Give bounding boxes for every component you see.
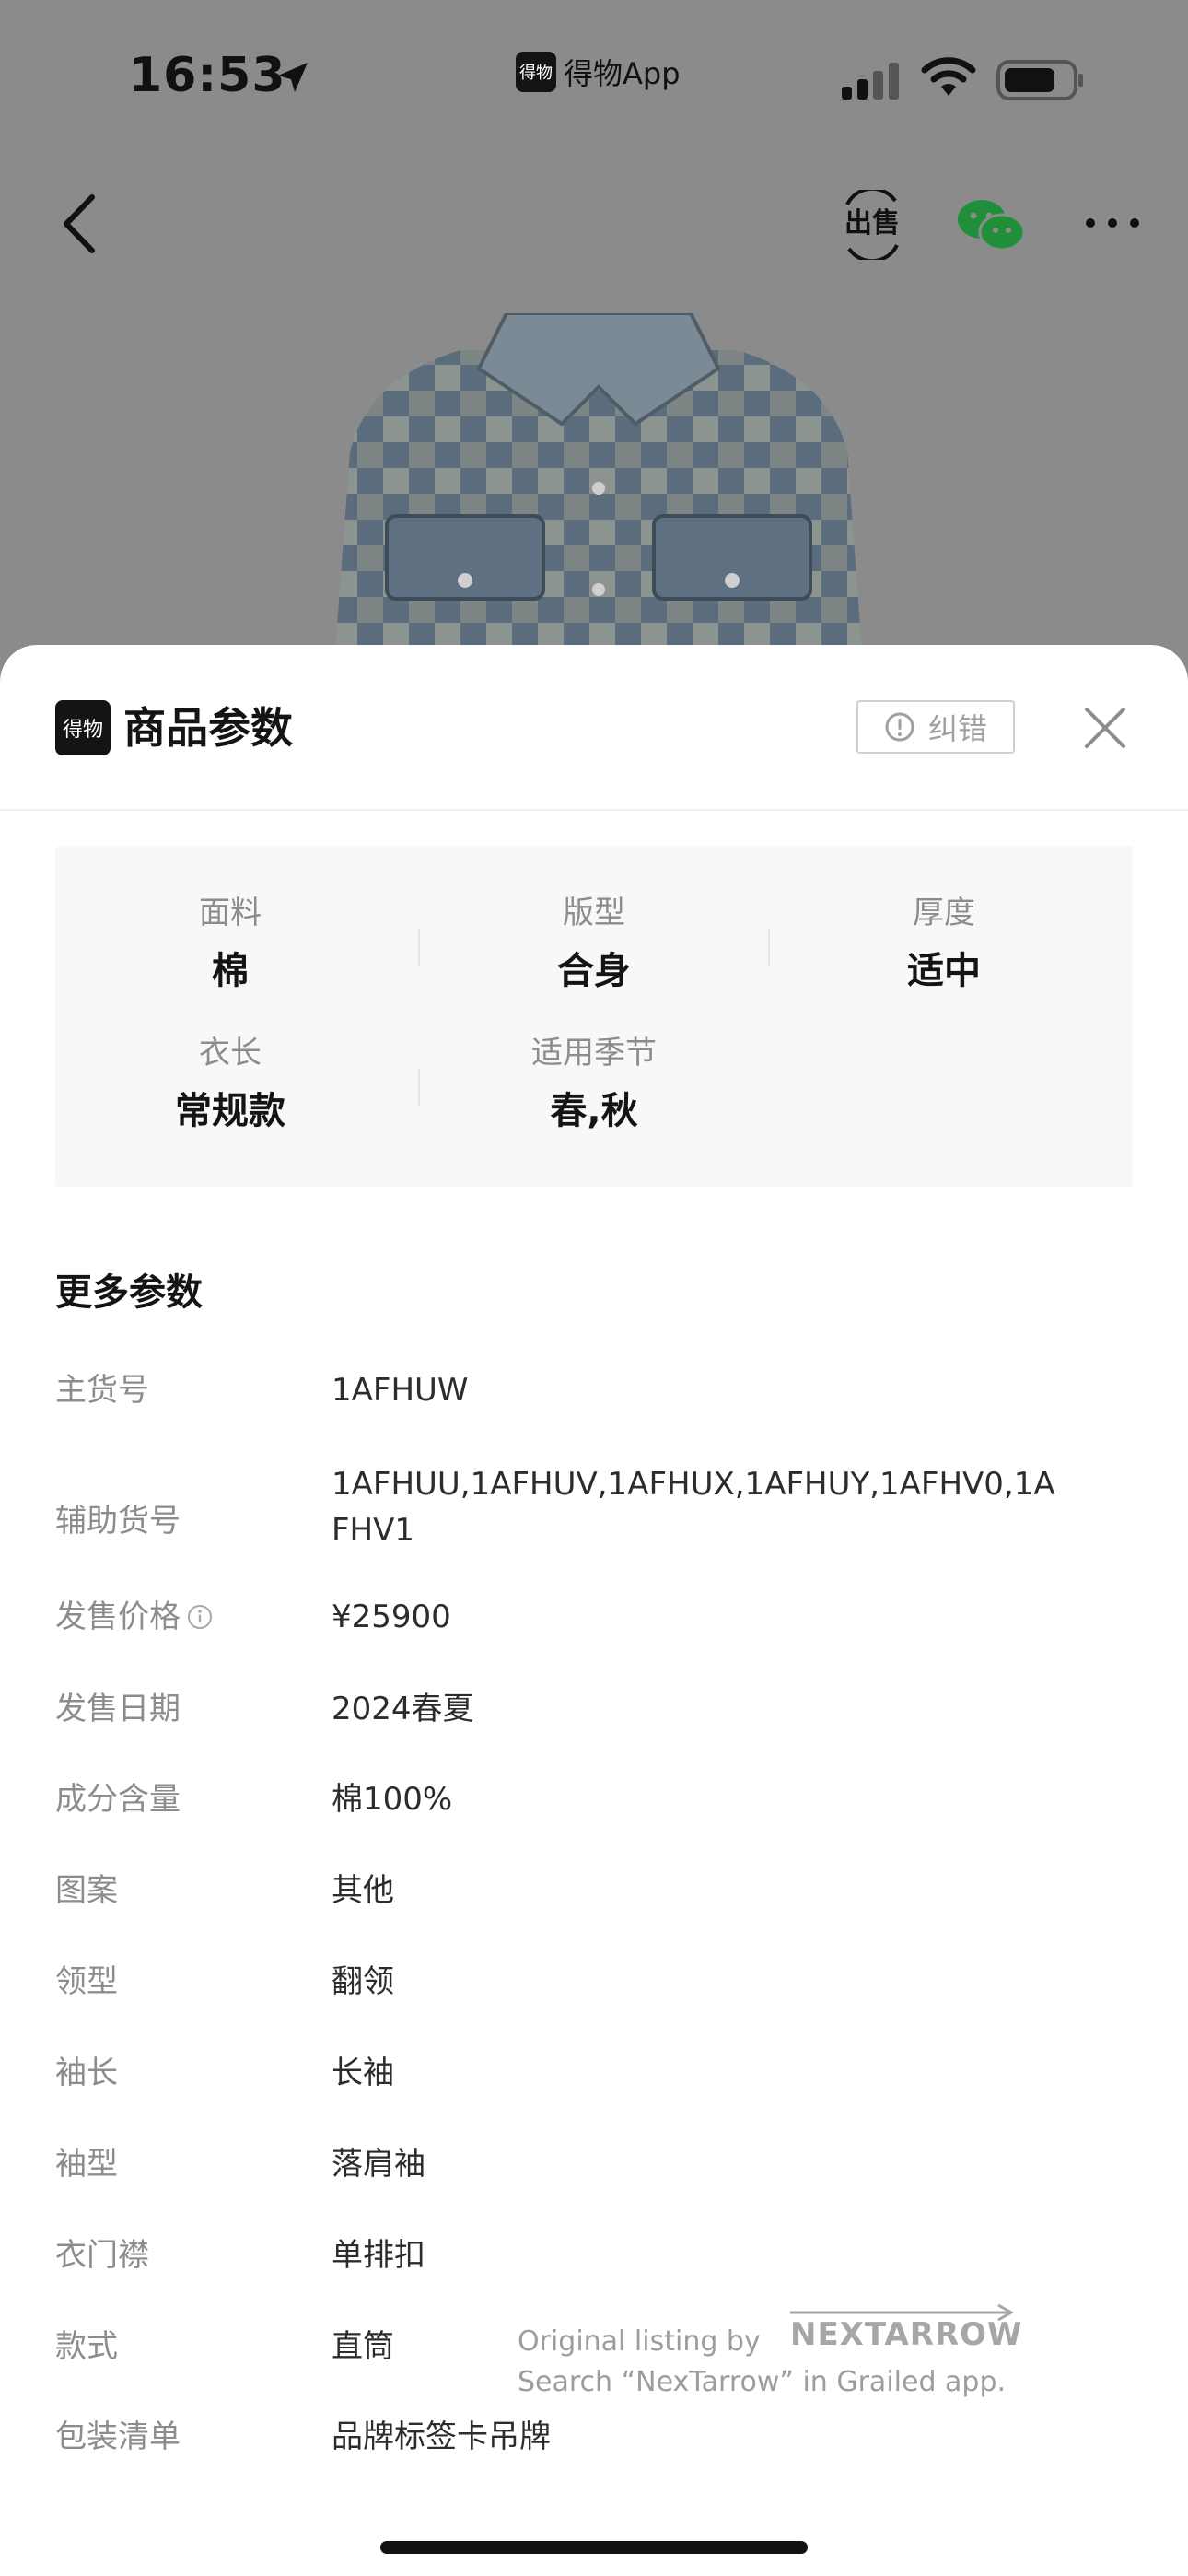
more-params-title: 更多参数 <box>55 1271 203 1314</box>
param-key: 包装清单 <box>55 2418 181 2455</box>
param-key: 辅助货号 <box>55 1503 181 1540</box>
param-value: 1AFHUU,1AFHUV,1AFHUX,1AFHUY,1AFHV0,1AFHV… <box>332 1466 1055 1549</box>
spec-value: 棉 <box>212 950 249 992</box>
spec-label: 适用季节 <box>531 1035 657 1071</box>
param-key: 衣门襟 <box>55 2237 149 2274</box>
spec-item-fit: 版型 合身 <box>419 890 769 999</box>
param-value: 单排扣 <box>332 2237 425 2274</box>
param-value: 棉100% <box>332 1781 453 1818</box>
spec-value: 适中 <box>907 950 981 992</box>
key-specs-card: 面料 棉 版型 合身 厚度 适中 衣长 常规款 适用季节 春,秋 <box>55 846 1133 1187</box>
param-key: 图案 <box>55 1872 118 1909</box>
sell-icon[interactable]: 出售 <box>840 190 904 260</box>
spec-label: 面料 <box>199 895 262 931</box>
wifi-icon <box>921 57 976 96</box>
param-key-label: 发售价格 <box>55 1598 181 1635</box>
app-logo: 得物 <box>516 52 556 92</box>
param-key: 领型 <box>55 1963 118 2000</box>
report-error-button[interactable]: 纠错 <box>856 700 1015 754</box>
param-key: 袖型 <box>55 2146 118 2183</box>
param-key: 袖长 <box>55 2055 118 2091</box>
product-image <box>332 313 866 700</box>
cellular-signal-icon <box>842 63 899 100</box>
nav-bar: 出售 <box>0 166 1188 286</box>
app-badge: 得物 得物App <box>516 52 681 92</box>
spec-label: 衣长 <box>199 1035 262 1071</box>
spec-value: 常规款 <box>175 1090 285 1132</box>
param-value: 其他 <box>332 1872 394 1909</box>
wechat-share-icon[interactable] <box>954 193 1028 258</box>
param-key: 款式 <box>55 2328 118 2365</box>
back-chevron-icon[interactable] <box>53 192 109 256</box>
battery-icon <box>996 60 1083 100</box>
param-value: 1AFHUW <box>332 1372 469 1409</box>
spec-value: 合身 <box>557 950 631 992</box>
param-value: 品牌标签卡吊牌 <box>332 2418 551 2455</box>
app-name: 得物App <box>564 56 681 91</box>
alert-circle-icon <box>885 712 914 742</box>
location-arrow-icon <box>278 63 308 92</box>
param-value: 翻领 <box>332 1963 394 2000</box>
sheet-header: 得物 商品参数 纠错 <box>0 645 1188 811</box>
sell-icon-label: 出售 <box>844 207 900 240</box>
spec-item-fabric: 面料 棉 <box>55 890 405 999</box>
param-value: 长袖 <box>332 2055 394 2091</box>
product-params-sheet: 得物 商品参数 纠错 面料 棉 版型 合身 厚度 适中 衣长 常规款 适用季节 … <box>0 645 1188 2576</box>
spec-label: 版型 <box>563 895 625 931</box>
param-key: 发售价格 <box>55 1594 214 1640</box>
spec-value: 春,秋 <box>550 1090 638 1132</box>
status-time: 16:53 <box>129 48 286 103</box>
spec-item-season: 适用季节 春,秋 <box>419 1030 769 1139</box>
spec-item-length: 衣长 常规款 <box>55 1030 405 1139</box>
close-icon[interactable] <box>1081 704 1129 752</box>
param-key: 发售日期 <box>55 1691 181 1727</box>
more-options-icon[interactable] <box>1083 212 1142 234</box>
watermark-brand: NEXTARROW <box>790 2316 1023 2353</box>
info-icon[interactable] <box>186 1603 214 1631</box>
status-bar: 16:53 得物 得物App <box>0 0 1188 157</box>
watermark-arrow-icon <box>790 2303 1015 2322</box>
param-key: 成分含量 <box>55 1781 181 1818</box>
param-value: 落肩袖 <box>332 2146 425 2183</box>
param-value: 2024春夏 <box>332 1691 474 1727</box>
home-indicator[interactable] <box>380 2541 808 2554</box>
param-value: ¥25900 <box>332 1598 451 1635</box>
spec-label: 厚度 <box>913 895 975 931</box>
param-key: 主货号 <box>55 1372 149 1409</box>
product-page-background: 16:53 得物 得物App 出售 <box>0 0 1188 700</box>
dewu-logo: 得物 <box>55 700 111 755</box>
sheet-title: 商品参数 <box>123 703 293 753</box>
spec-item-thickness: 厚度 适中 <box>769 890 1119 999</box>
report-error-label: 纠错 <box>927 711 987 746</box>
grailed-watermark: Original listing by NEXTARROW Search “Ne… <box>518 2303 1033 2401</box>
watermark-line2: Search “NexTarrow” in Grailed app. <box>518 2366 1007 2398</box>
